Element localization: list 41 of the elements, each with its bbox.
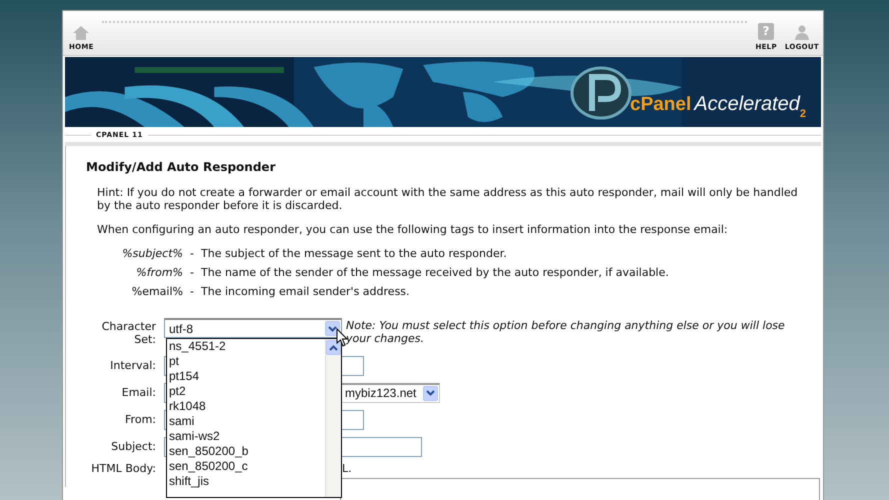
dropdown-option[interactable]: pt [169, 354, 325, 369]
tag-name: %subject% [121, 247, 183, 260]
dropdown-option[interactable]: ns_4551-2 [169, 339, 325, 354]
hint-text: Hint: If you do not create a forwarder or email account with the same address as this auto responder, mail will only be handled by the auto responder before it is discarded. [97, 186, 799, 212]
help-icon: ? [758, 23, 774, 40]
tag-name: %from% [135, 266, 183, 279]
person-icon [794, 24, 810, 40]
domain-select[interactable]: mybiz123.net [340, 382, 440, 402]
scroll-up-icon[interactable] [326, 340, 341, 355]
dropdown-option[interactable]: sami-ws2 [169, 429, 325, 444]
dropdown-option[interactable]: pt2 [169, 384, 325, 399]
dropdown-option[interactable]: sen_850200_b [169, 444, 325, 459]
dropdown-option[interactable]: shift_jis [169, 474, 325, 489]
field-label: HTML Body: [90, 461, 156, 475]
html-note: L. [342, 461, 352, 475]
tag-separator: - [189, 266, 195, 279]
dropdown-option[interactable]: sami [169, 414, 325, 429]
dropdown-option[interactable]: sen_850200_c [169, 459, 325, 474]
field-label: Interval: [109, 359, 156, 372]
logo-brand: cPanel [630, 94, 692, 116]
note-text: Note: You must select this option before changing anything else or you will lose your changes. [346, 318, 786, 345]
tag-separator: - [189, 285, 195, 298]
tag-description: The name of the sender of the message received by the auto responder, if available. [201, 266, 670, 279]
field-label: Subject: [110, 440, 156, 453]
page-title: Modify/Add Auto Responder [86, 160, 276, 174]
house-icon [73, 26, 90, 40]
logo-version: 2 [800, 108, 806, 120]
character-set-select[interactable]: utf-8 [164, 318, 342, 338]
dropdown-option[interactable]: pt154 [169, 369, 325, 384]
body-field[interactable] [340, 478, 820, 500]
field-label: Email: [120, 386, 156, 399]
tags-intro: When configuring an auto responder, you can use the following tags to insert information into the response email: [97, 223, 729, 236]
tag-name: %email% [130, 285, 183, 298]
dropdown-option[interactable]: rk1048 [169, 399, 325, 414]
logo-icon [570, 65, 632, 121]
tag-description: The subject of the message sent to the auto responder. [201, 247, 508, 260]
field-label: From: [124, 413, 156, 426]
tag-separator: - [189, 247, 195, 260]
logo-product: Accelerated [694, 93, 800, 115]
field-label: Character Set: [100, 319, 156, 346]
tag-description: The incoming email sender's address. [201, 285, 411, 298]
